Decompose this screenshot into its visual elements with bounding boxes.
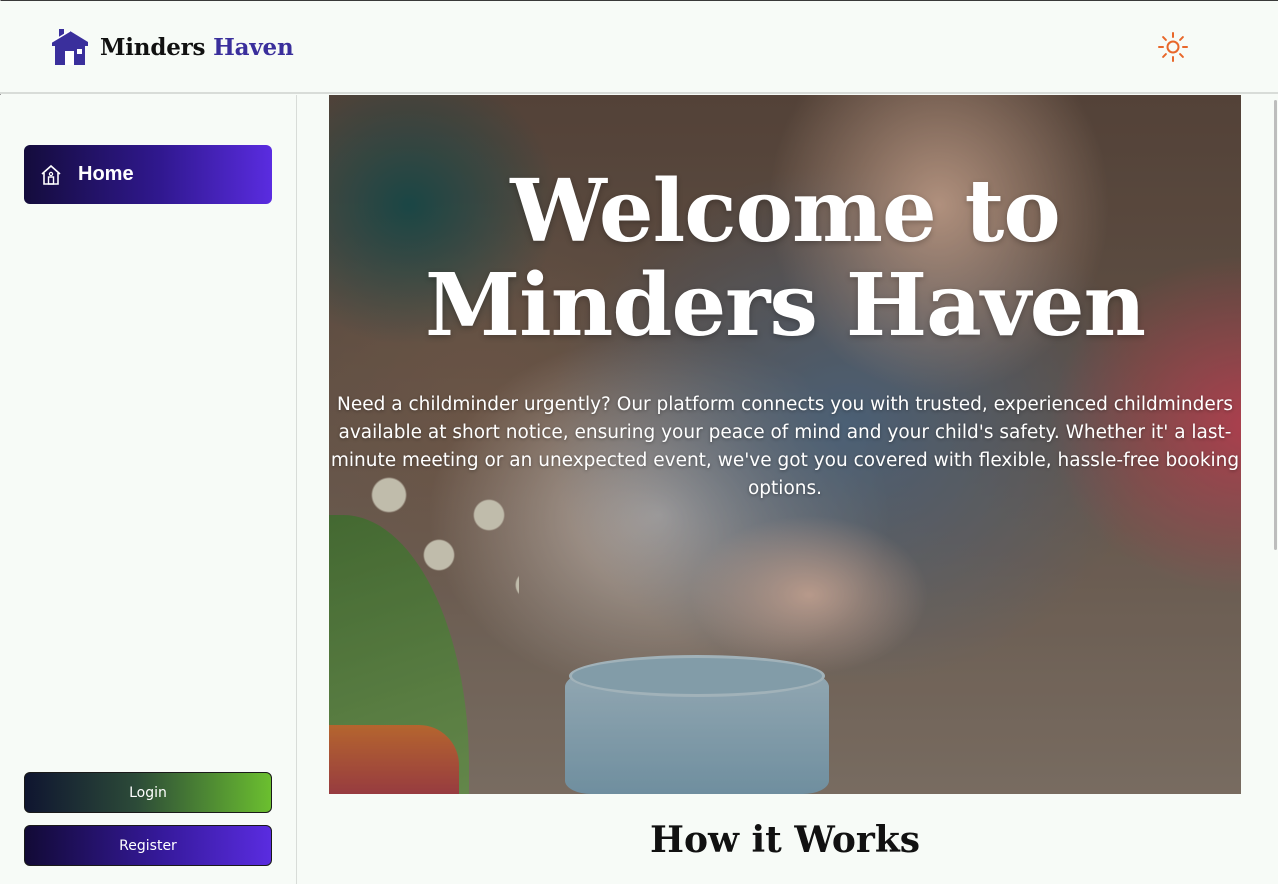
sidebar: Home Login Register [0, 95, 297, 884]
brand-name-part1: Minders [100, 33, 206, 61]
hero-title: Welcome to Minders Haven [329, 165, 1241, 353]
brand-name-part2: Haven [213, 33, 294, 61]
how-it-works-title: How it Works [649, 819, 921, 861]
hero-banner: Welcome to Minders Haven Need a childmin… [329, 95, 1241, 794]
sun-icon [1158, 32, 1188, 62]
brand-name: Minders Haven [100, 33, 294, 61]
hero-title-line1: Welcome to [510, 161, 1060, 262]
top-header: Minders Haven [0, 1, 1278, 94]
register-button[interactable]: Register [24, 825, 272, 866]
sidebar-item-label: Home [78, 163, 134, 185]
theme-toggle-button[interactable] [1157, 31, 1189, 63]
hero-description: Need a childminder urgently? Our platfor… [330, 394, 1240, 499]
login-button[interactable]: Login [24, 772, 272, 813]
main-content: Welcome to Minders Haven Need a childmin… [298, 95, 1273, 884]
home-icon [41, 164, 61, 185]
hero-title-line2: Minders Haven [424, 255, 1146, 356]
page-scrollbar[interactable] [1274, 100, 1277, 550]
sidebar-item-home[interactable]: Home [24, 145, 272, 204]
house-icon [50, 29, 88, 65]
brand-logo[interactable]: Minders Haven [50, 28, 294, 66]
